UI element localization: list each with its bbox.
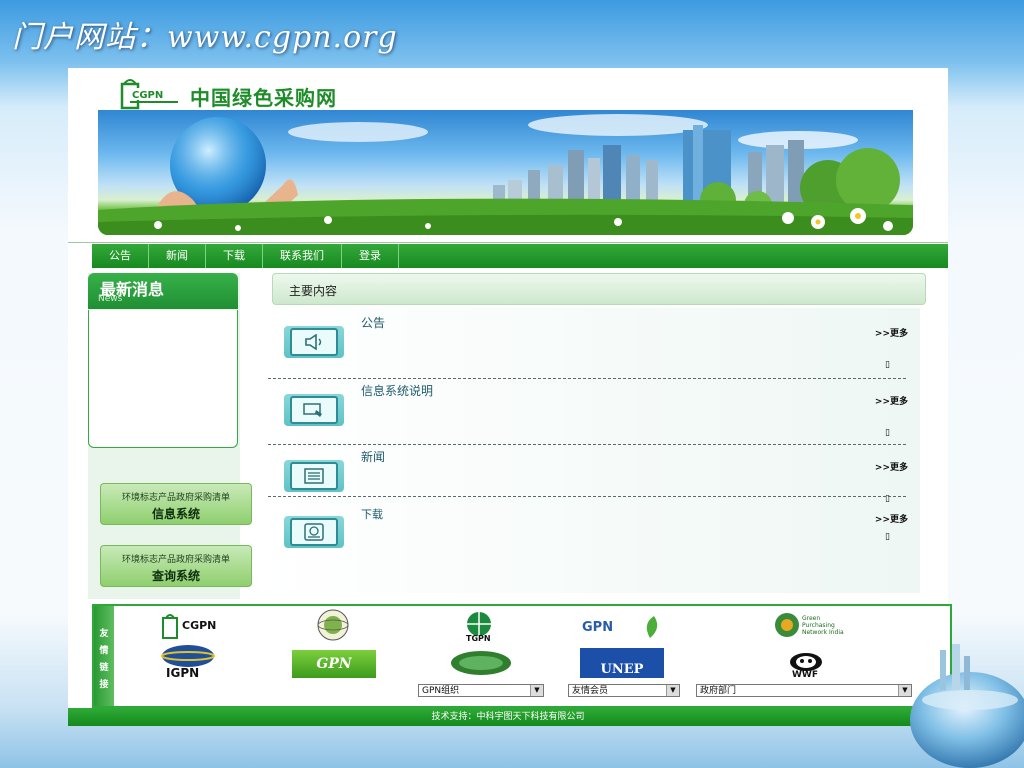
friend-member-select-value: 友情会员 [572,686,609,696]
section-placeholder-mark: ▯ [885,532,890,542]
latest-news-subtitle: News [98,294,123,304]
section-title[interactable]: 新闻 [361,448,385,465]
portal-page: CGPN 中国绿色采购网 公告 新闻 下载 联系我们 登录 最新消息 News … [68,68,952,726]
nav-item-announcement[interactable]: 公告 [92,244,149,268]
nav-item-download[interactable]: 下载 [206,244,263,268]
malaysia-gpn-emblem-icon [451,651,511,675]
section-divider [268,496,906,497]
panda-icon [790,653,822,671]
gpn-org-select-value: GPN组织 [422,686,460,696]
more-link[interactable]: >>更多 [875,326,908,339]
header-banner [98,110,913,235]
query-system-line2: 查询系统 [151,569,200,583]
gpn-green-logo-text: GPN [316,656,352,672]
tab-char: 友 [99,629,109,639]
chevron-down-icon[interactable]: ▼ [530,685,543,696]
section-title[interactable]: 公告 [361,314,385,331]
speaker-icon[interactable] [284,326,344,358]
igpn-logo-text: IGPN [166,666,200,680]
footer: 技术支持：中科宇图天下科技有限公司 [68,708,948,726]
cgpn-logo-link[interactable]: CGPN [160,612,230,640]
nav-item-contact[interactable]: 联系我们 [263,244,342,268]
section-divider [268,378,906,379]
header-rule [68,242,948,243]
latest-news-panel[interactable] [88,310,238,448]
gpn-green-logo-link[interactable]: GPN [292,650,376,678]
tab-char: 链 [99,663,109,673]
tab-char: 接 [99,680,109,690]
malaysia-gpn-logo-link[interactable] [448,648,514,678]
disk-drive-icon[interactable] [284,516,344,548]
info-system-line1: 环境标志产品政府采购清单 [121,493,230,503]
site-header: CGPN 中国绿色采购网 [68,68,948,243]
leaf-icon [646,616,658,638]
wwf-logo-text: WWF [792,670,819,680]
chevron-down-icon[interactable]: ▼ [666,685,679,696]
section-divider [268,444,906,445]
left-column: 最新消息 News 环境标志产品政府采购清单 信息系统 环境标志产品政府采购清单… [88,273,252,599]
unep-logo-link[interactable]: UNEP [580,648,664,678]
friend-member-select[interactable]: 友情会员 ▼ [568,684,680,697]
friend-links-tab: 友 情 链 接 [94,606,114,706]
gpn-logo-link[interactable]: GPN [582,614,666,640]
friend-links-panel: 友 情 链 接 CGPN TGPN GPN Green Purchasing N… [92,604,952,708]
cgpn-logo-icon[interactable]: CGPN [120,76,184,110]
ecolabel-globe-icon [317,609,349,641]
page-caption: 门户网站：www.cgpn.org [12,20,398,55]
gpn-logo-text: GPN [582,620,614,635]
info-system-button[interactable]: 环境标志产品政府采购清单 信息系统 [100,483,252,525]
tgpn-logo-text: TGPN [466,634,491,643]
india-gpn-emblem-icon [775,613,799,637]
section-title[interactable]: 下载 [361,506,383,522]
igpn-logo-link[interactable]: IGPN [158,644,218,680]
main-content-header: 主要内容 [272,273,926,305]
main-nav: 公告 新闻 下载 联系我们 登录 [92,244,948,268]
igpn-globe-icon [161,645,215,667]
india-gpn-logo-text: Green Purchasing Network India [802,615,844,636]
gov-department-select-value: 政府部门 [700,686,737,696]
logo-letters: CGPN [132,90,163,101]
section-placeholder-mark: ▯ [885,360,890,370]
more-link[interactable]: >>更多 [875,394,908,407]
more-link[interactable]: >>更多 [875,460,908,473]
more-link[interactable]: >>更多 [875,512,908,525]
site-name: 中国绿色采购网 [190,86,337,110]
wwf-logo-link[interactable]: WWF [776,650,836,680]
screen-hand-icon[interactable] [284,394,344,426]
info-system-line2: 信息系统 [151,507,200,521]
main-content-title: 主要内容 [289,284,338,298]
latest-news-header: 最新消息 News [88,273,238,309]
nav-item-news[interactable]: 新闻 [149,244,206,268]
banner-illustration [98,114,913,235]
gpn-org-select[interactable]: GPN组织 ▼ [418,684,544,697]
section-placeholder-mark: ▯ [885,428,890,438]
tgpn-logo-link[interactable]: TGPN [454,610,504,644]
cgpn-logo-text: CGPN [182,619,217,632]
query-system-button[interactable]: 环境标志产品政府采购清单 查询系统 [100,545,252,587]
decorative-globe-icon [910,644,1024,768]
section-title[interactable]: 信息系统说明 [361,382,433,399]
unep-logo-text: UNEP [600,661,644,677]
gov-department-select[interactable]: 政府部门 ▼ [696,684,912,697]
tab-char: 情 [99,646,109,656]
list-icon[interactable] [284,460,344,492]
india-gpn-logo-link[interactable]: Green Purchasing Network India [774,612,854,640]
main-content-body: 公告 >>更多 ▯ 信息系统说明 >>更多 ▯ 新闻 >>更多 ▯ 下载 >>更… [268,308,920,593]
nav-item-login[interactable]: 登录 [342,244,399,268]
query-system-line1: 环境标志产品政府采购清单 [121,555,230,565]
global-ecolabel-logo-link[interactable] [304,608,362,642]
